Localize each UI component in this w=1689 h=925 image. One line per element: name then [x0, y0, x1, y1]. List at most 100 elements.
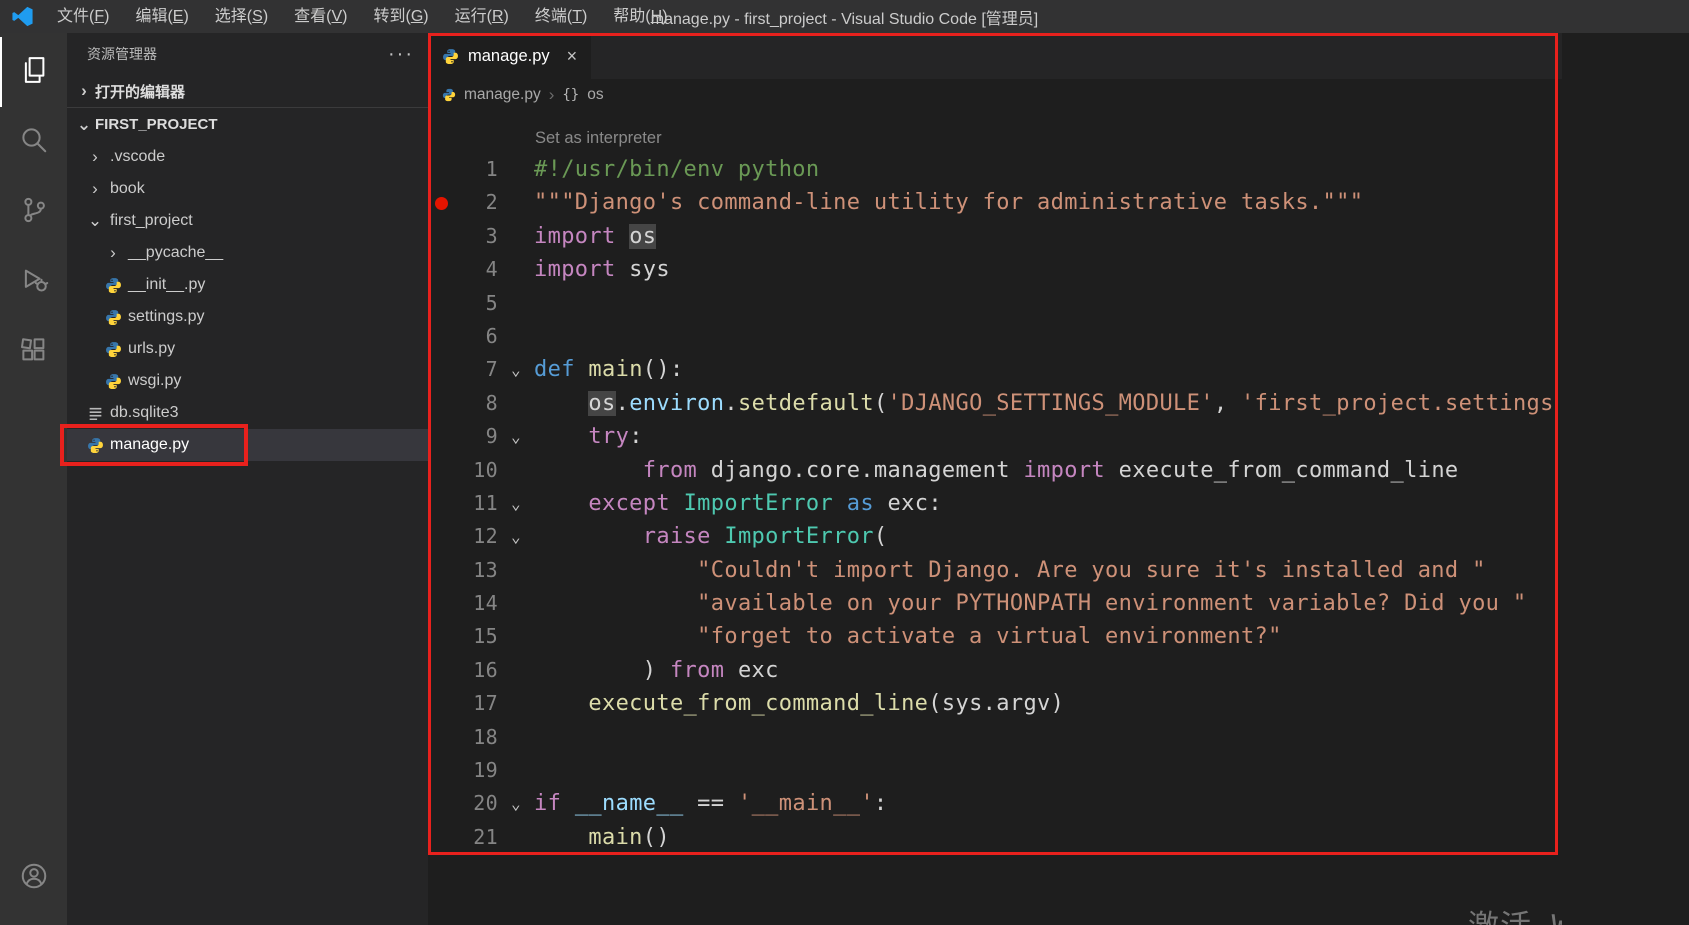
breakpoint-margin[interactable] [428, 487, 454, 520]
code-token[interactable]: 'DJANGO_SETTINGS_MODULE' [888, 391, 1214, 416]
code-token[interactable]: import [1023, 458, 1105, 483]
code-token[interactable]: main [588, 357, 642, 382]
line-number[interactable]: 17 [454, 687, 498, 720]
activity-source-control-button[interactable] [0, 177, 67, 247]
code-token[interactable]: "Couldn't import Django. Are you sure it… [697, 558, 1486, 583]
code-token[interactable]: ( [874, 391, 888, 416]
breakpoint-margin[interactable] [428, 454, 454, 487]
code-text[interactable]: except ImportError as exc: [534, 487, 1562, 520]
code-token[interactable] [534, 558, 697, 583]
code-token[interactable] [833, 491, 847, 516]
code-token[interactable]: , [1214, 391, 1241, 416]
code-line-1[interactable]: 1 #!/usr/bin/env python [428, 153, 1562, 186]
code-line-9[interactable]: 9 ⌄ try: [428, 420, 1562, 453]
line-number[interactable]: 12 [454, 520, 498, 553]
breakpoint-margin[interactable] [428, 420, 454, 453]
fold-chevron-icon[interactable]: ⌄ [498, 420, 534, 453]
code-line-19[interactable]: 19 [428, 754, 1562, 787]
code-line-12[interactable]: 12 ⌄ raise ImportError( [428, 520, 1562, 553]
code-token[interactable] [534, 624, 697, 649]
breakpoint-margin[interactable] [428, 687, 454, 720]
code-token[interactable]: (sys.argv) [928, 691, 1064, 716]
code-token[interactable]: django.core.management [697, 458, 1023, 483]
tab-manage-py[interactable]: manage.py × [428, 33, 592, 79]
code-token[interactable]: ImportError [724, 524, 874, 549]
code-text[interactable]: if __name__ == '__main__': [534, 787, 1562, 820]
breakpoint-margin[interactable] [428, 320, 454, 353]
menu-terminal[interactable]: 终端(T) [522, 0, 600, 33]
line-number[interactable]: 5 [454, 287, 498, 320]
line-number[interactable]: 4 [454, 253, 498, 286]
code-token[interactable]: os [588, 390, 616, 416]
menu-help[interactable]: 帮助(H) [600, 0, 680, 33]
code-token[interactable]: def [534, 357, 575, 382]
code-line-3[interactable]: 3 import os [428, 220, 1562, 253]
breakpoint-margin[interactable] [428, 787, 454, 820]
code-token[interactable]: exc [724, 658, 778, 683]
code-token[interactable]: try [588, 424, 629, 449]
code-token[interactable] [670, 491, 684, 516]
code-line-17[interactable]: 17 execute_from_command_line(sys.argv) [428, 687, 1562, 720]
breakpoint-margin[interactable] [428, 721, 454, 754]
code-token[interactable] [534, 691, 588, 716]
line-number[interactable]: 1 [454, 153, 498, 186]
breakpoint-dot-icon[interactable] [434, 196, 448, 210]
tree-item-init-py[interactable]: __init__.py [67, 269, 428, 301]
code-text[interactable]: #!/usr/bin/env python [534, 153, 1562, 186]
line-number[interactable]: 6 [454, 320, 498, 353]
code-text[interactable]: execute_from_command_line(sys.argv) [534, 687, 1562, 720]
menu-edit[interactable]: 编辑(E) [122, 0, 201, 33]
activity-run-debug-button[interactable] [0, 247, 67, 317]
code-token[interactable]: from [643, 458, 697, 483]
line-number[interactable]: 18 [454, 721, 498, 754]
breakpoint-margin[interactable] [428, 754, 454, 787]
open-editors-section[interactable]: › 打开的编辑器 [67, 75, 428, 108]
code-token[interactable]: environ [629, 391, 724, 416]
code-token[interactable]: """Django's command-line utility for adm… [534, 190, 1363, 215]
code-line-15[interactable]: 15 "forget to activate a virtual environ… [428, 620, 1562, 653]
menu-selection[interactable]: 选择(S) [202, 0, 281, 33]
code-line-11[interactable]: 11 ⌄ except ImportError as exc: [428, 487, 1562, 520]
code-line-18[interactable]: 18 [428, 721, 1562, 754]
fold-chevron-icon[interactable]: ⌄ [498, 353, 534, 386]
code-line-10[interactable]: 10 from django.core.management import ex… [428, 454, 1562, 487]
breakpoint-margin[interactable] [428, 387, 454, 420]
activity-explorer-button[interactable] [0, 37, 67, 107]
code-token[interactable]: (): [643, 357, 684, 382]
code-text[interactable]: os.environ.setdefault('DJANGO_SETTINGS_M… [534, 387, 1562, 420]
tree-item-manage-py[interactable]: manage.py [67, 429, 428, 461]
breakpoint-indicator[interactable] [428, 186, 454, 219]
code-token[interactable]: execute_from_command_line [588, 691, 928, 716]
code-token[interactable]: import [534, 224, 616, 249]
code-text[interactable]: main() [534, 821, 1562, 854]
code-token[interactable]: . [724, 391, 738, 416]
code-text[interactable]: from django.core.management import execu… [534, 454, 1562, 487]
code-token[interactable]: setdefault [738, 391, 874, 416]
code-token[interactable]: execute_from_command_line [1105, 458, 1459, 483]
code-line-21[interactable]: 21 main() [428, 821, 1562, 854]
breakpoint-margin[interactable] [428, 587, 454, 620]
code-token[interactable] [534, 524, 643, 549]
code-token[interactable] [534, 491, 588, 516]
code-text[interactable]: ) from exc [534, 654, 1562, 687]
breakpoint-margin[interactable] [428, 287, 454, 320]
code-token[interactable]: import [534, 257, 616, 282]
activity-account-button[interactable] [0, 843, 67, 913]
code-text[interactable] [534, 287, 1562, 320]
tree-item-book[interactable]: › book [67, 173, 428, 205]
code-token[interactable] [534, 591, 697, 616]
menu-view[interactable]: 查看(V) [281, 0, 360, 33]
line-number[interactable]: 21 [454, 821, 498, 854]
code-line-8[interactable]: 8 os.environ.setdefault('DJANGO_SETTINGS… [428, 387, 1562, 420]
codelens-set-interpreter[interactable]: Set as interpreter [428, 123, 1562, 153]
breakpoint-margin[interactable] [428, 620, 454, 653]
code-token[interactable]: ImportError [684, 491, 834, 516]
breadcrumb-symbol[interactable]: os [587, 86, 603, 104]
tree-item-settings-py[interactable]: settings.py [67, 301, 428, 333]
line-number[interactable]: 10 [454, 454, 498, 487]
code-token[interactable]: os [629, 223, 657, 249]
code-token[interactable]: . [616, 391, 630, 416]
fold-chevron-icon[interactable]: ⌄ [498, 487, 534, 520]
tree-item-urls-py[interactable]: urls.py [67, 333, 428, 365]
tree-item-vscode[interactable]: › .vscode [67, 141, 428, 173]
